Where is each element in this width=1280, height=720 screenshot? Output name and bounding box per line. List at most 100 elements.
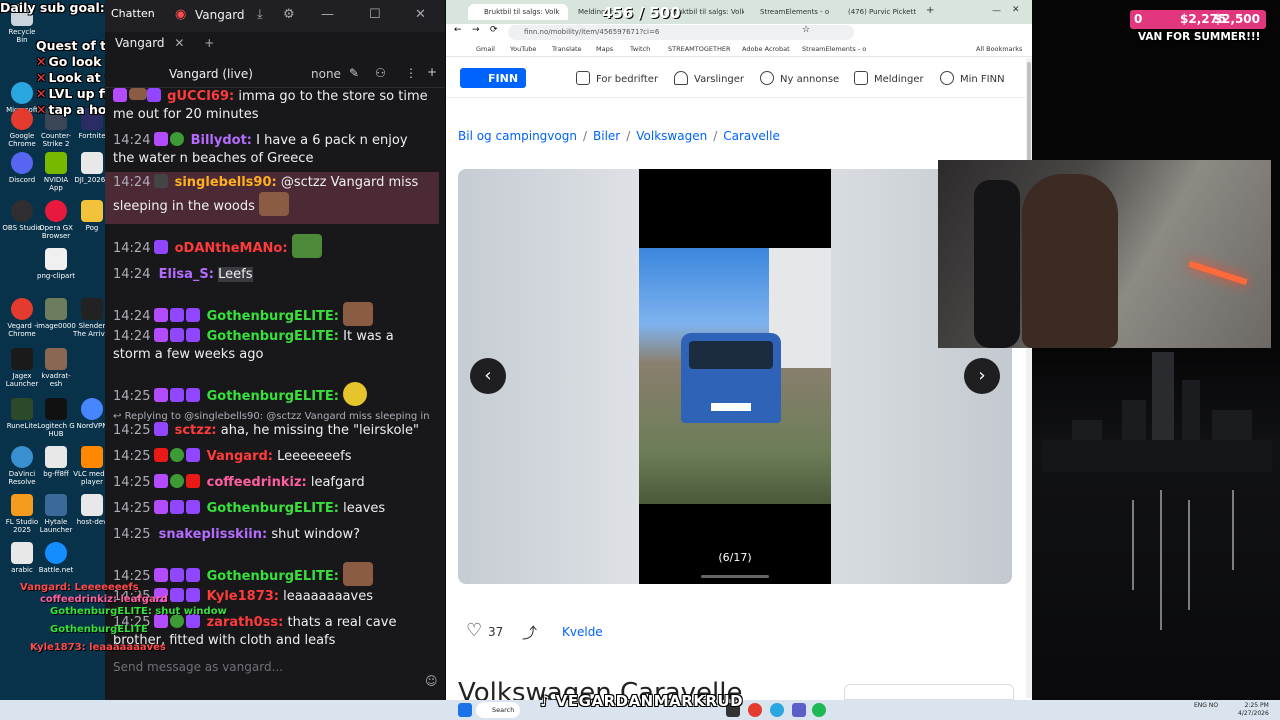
chat-input[interactable]: Send message as vangard... ☺	[113, 660, 438, 688]
download-icon[interactable]: ⤓	[257, 7, 263, 22]
taskbar-chrome-icon[interactable]	[748, 703, 762, 717]
chat-username[interactable]: oDANtheMANo:	[175, 241, 288, 256]
taskbar-clock[interactable]: 2:25 PM 4/27/2026	[1238, 702, 1269, 718]
users-icon[interactable]: ⚇	[375, 66, 386, 80]
reload-icon[interactable]: ⟳	[490, 25, 498, 35]
chat-message[interactable]: 14:25 GothenburgELITE:	[113, 382, 431, 406]
tab-vangard[interactable]: Vangard	[113, 36, 165, 50]
desktop-icon-png-clipart[interactable]: png-clipart	[36, 248, 76, 280]
chat-message[interactable]: 14:25 Vangard: Leeeeeeefs	[113, 448, 431, 466]
subscriber-badge	[154, 388, 169, 402]
chat-username[interactable]: GothenburgELITE:	[207, 501, 339, 516]
taskbar-spotify-icon[interactable]	[812, 703, 826, 717]
bookmark-maps[interactable]: Maps	[596, 45, 613, 53]
chat-message[interactable]: 14:25 snakeplisskiin: shut window?	[113, 526, 431, 544]
back-icon[interactable]: ←	[454, 25, 462, 35]
heart-icon[interactable]: ♡	[466, 620, 482, 641]
star-icon[interactable]: ☆	[802, 25, 810, 35]
next-image-button[interactable]: ›	[964, 358, 1000, 394]
nav-varslinger[interactable]: Varslinger	[674, 71, 744, 85]
nav-ny-annonse[interactable]: Ny annonse	[760, 71, 839, 85]
desktop-icon-battlenet[interactable]: Battle.net	[36, 542, 76, 574]
swipe-indicator	[701, 575, 769, 578]
chat-username[interactable]: Billydot:	[191, 133, 252, 148]
chat-username[interactable]: singlebells90:	[175, 175, 277, 190]
chat-message[interactable]: 14:24 GothenburgELITE: It was a storm a …	[113, 328, 431, 364]
chat-username[interactable]: snakeplisskiin:	[159, 527, 268, 542]
heart-badge	[186, 474, 201, 488]
chat-message[interactable]: gUCCI69: imma go to the store so time me…	[113, 88, 431, 124]
add-split-icon[interactable]: +	[427, 65, 437, 79]
maximize-icon[interactable]: ☐	[369, 7, 381, 22]
close-tab-icon[interactable]: ✕	[174, 36, 184, 50]
chat-message[interactable]: 14:24 oDANtheMANo:	[113, 234, 431, 258]
taskbar-search[interactable]: Search	[476, 702, 520, 718]
bookmark-streamelements[interactable]: StreamElements - o	[802, 45, 866, 53]
nav-min-finn[interactable]: Min FINN	[940, 71, 1005, 85]
car-photo[interactable]	[639, 248, 831, 504]
chat-username[interactable]: GothenburgELITE:	[207, 389, 339, 404]
bookmark-youtube[interactable]: YouTube	[510, 45, 536, 53]
chat-timestamp: 14:24	[113, 267, 151, 282]
chat-message-highlighted[interactable]: 14:24 singlebells90: @sctzz Vangard miss…	[105, 172, 439, 224]
breadcrumb-item[interactable]: Volkswagen	[636, 129, 707, 143]
browser-tab[interactable]: StreamElements - o	[744, 4, 834, 20]
bookmark-adobe[interactable]: Adobe Acrobat	[742, 45, 790, 53]
chat-username[interactable]: GothenburgELITE:	[207, 569, 339, 584]
chat-message[interactable]: 14:24 Elisa_S: Leefs	[113, 266, 431, 284]
minimize-icon[interactable]: —	[321, 7, 334, 22]
browser-tab-active[interactable]: Bruktbil til salgs: Volk	[468, 4, 568, 20]
breadcrumb-item[interactable]: Caravelle	[723, 129, 780, 143]
chat-message[interactable]: 14:24 GothenburgELITE:	[113, 302, 431, 326]
chat-username[interactable]: GothenburgELITE:	[207, 309, 339, 324]
desktop-icon-image[interactable]: image0000	[36, 298, 76, 330]
close-icon[interactable]: ✕	[1012, 5, 1020, 15]
bookmark-twitch[interactable]: Twitch	[630, 45, 650, 53]
desktop-icon-nvidia[interactable]: NVIDIA App	[36, 152, 76, 192]
close-icon[interactable]: ✕	[415, 7, 426, 22]
browser-tab[interactable]: (476) Purvic Pickett	[832, 4, 922, 20]
goal-target: $2,500	[1213, 12, 1260, 26]
chat-message[interactable]: 14:25 sctzz: aha, he missing the "leirsk…	[113, 422, 431, 440]
share-icon[interactable]: ⤴	[522, 622, 537, 643]
add-tab-icon[interactable]: +	[204, 36, 214, 50]
minimize-icon[interactable]: —	[992, 6, 1001, 16]
start-icon[interactable]	[458, 703, 472, 717]
emoji-icon[interactable]: ☺	[425, 674, 438, 688]
taskbar-app-icon[interactable]	[792, 703, 806, 717]
chat-message[interactable]: 14:24 Billydot: I have a 6 pack n enjoy …	[113, 132, 431, 168]
new-tab-button[interactable]: +	[922, 4, 942, 20]
tab-chatten[interactable]: Chatten	[111, 7, 155, 20]
more-icon[interactable]: ⋮	[405, 66, 417, 80]
chat-username[interactable]: Vangard:	[207, 449, 273, 464]
chat-username[interactable]: GothenburgELITE:	[207, 329, 339, 344]
location-link[interactable]: Kvelde	[562, 625, 603, 639]
desktop-icon-kvadrat[interactable]: kvadrat-esh	[36, 348, 76, 388]
pencil-icon[interactable]: ✎	[349, 66, 359, 80]
language-indicator[interactable]: ENG NO	[1194, 702, 1218, 710]
bookmark-gmail[interactable]: Gmail	[476, 45, 495, 53]
breadcrumb-item[interactable]: Biler	[593, 129, 620, 143]
chat-mode[interactable]: none	[311, 67, 341, 81]
bookmark-all[interactable]: All Bookmarks	[976, 45, 1022, 53]
nav-meldinger[interactable]: Meldinger	[854, 71, 924, 85]
chat-username[interactable]: sctzz:	[175, 423, 217, 438]
forward-icon[interactable]: →	[472, 25, 480, 35]
chat-message[interactable]: 14:25 coffeedrinkiz: leafgard	[113, 474, 431, 492]
breadcrumb-item[interactable]: Bil og campingvogn	[458, 129, 577, 143]
bookmark-translate[interactable]: Translate	[552, 45, 582, 53]
taskbar-edge-icon[interactable]	[770, 703, 784, 717]
chat-message[interactable]: 14:25 GothenburgELITE: leaves	[113, 500, 431, 518]
gear-icon[interactable]: ⚙	[283, 7, 295, 22]
nav-for-bedrifter[interactable]: For bedrifter	[576, 71, 658, 85]
desktop-icon-hytale[interactable]: Hytale Launcher	[36, 494, 76, 534]
previous-image-button[interactable]: ‹	[470, 358, 506, 394]
desktop-icon-opera-gx[interactable]: Opera GX Browser	[36, 200, 76, 240]
chat-username[interactable]: gUCCI69:	[167, 89, 234, 104]
finn-logo[interactable]: FINN	[460, 68, 526, 88]
chat-username[interactable]: Elisa_S:	[159, 267, 214, 282]
chat-username[interactable]: coffeedrinkiz:	[207, 475, 307, 490]
bookmark-streamtogether[interactable]: STREAMTOGETHER	[668, 45, 731, 53]
desktop-icon-logitech[interactable]: Logitech G HUB	[36, 398, 76, 438]
desktop-icon-bg-file[interactable]: bg-ff8ff	[36, 446, 76, 478]
